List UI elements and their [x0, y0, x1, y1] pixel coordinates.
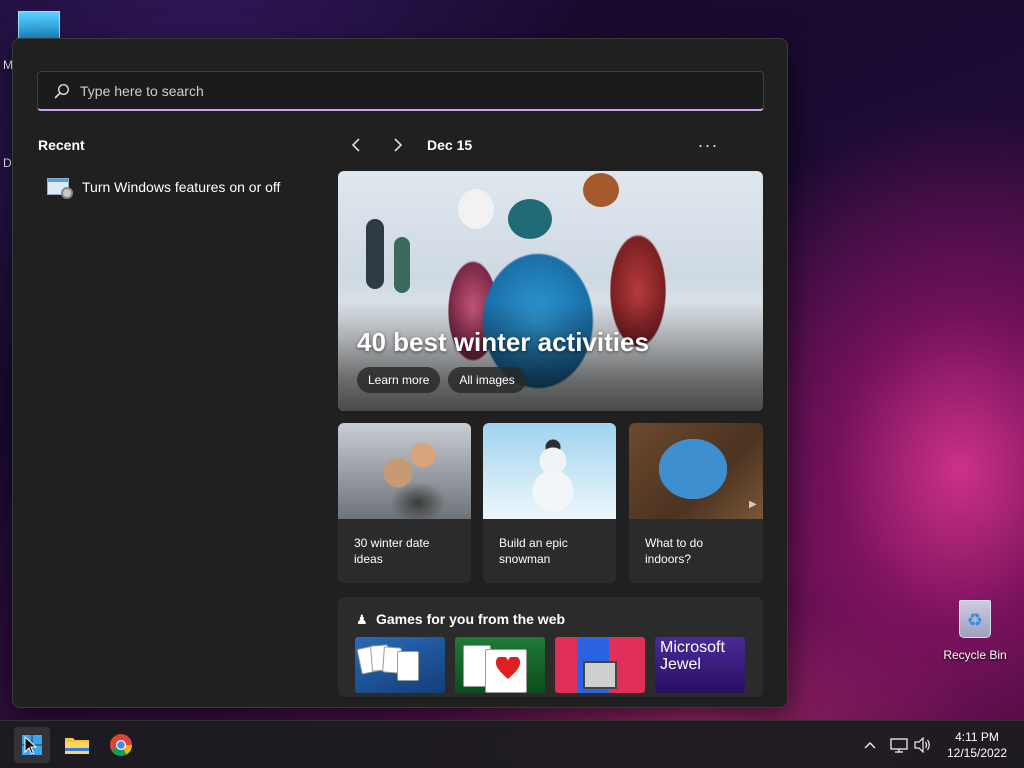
- next-day-button[interactable]: [383, 131, 411, 159]
- recycle-bin-icon: ♻: [957, 596, 993, 640]
- game-tile-pixel-cat[interactable]: [555, 637, 645, 693]
- windows-features-icon: [47, 177, 73, 199]
- scroll-right-icon[interactable]: ▶: [749, 499, 759, 513]
- chevron-up-icon: [864, 742, 876, 749]
- speaker-icon: [914, 737, 930, 753]
- games-heading: ♟ Games for you from the web: [356, 611, 565, 627]
- hero-card[interactable]: 40 best winter activities Learn more All…: [338, 171, 763, 411]
- games-section: ♟ Games for you from the web Microsoft J…: [338, 597, 763, 697]
- start-button[interactable]: [14, 727, 50, 763]
- card-image: [629, 423, 763, 519]
- feed-cards: 30 winter date ideas Build an epic snowm…: [338, 423, 763, 583]
- windows-logo-icon: [22, 735, 42, 755]
- heart-icon: [495, 657, 521, 679]
- chrome-button[interactable]: [103, 727, 139, 763]
- hero-figure: [366, 219, 384, 289]
- start-menu: Recent Turn Windows features on or off D…: [12, 38, 788, 708]
- recycle-bin-label: Recycle Bin: [943, 648, 1007, 662]
- games-icon: ♟: [356, 612, 368, 627]
- hero-figure: [394, 237, 410, 293]
- hero-figure: [458, 189, 494, 229]
- card-caption: What to do indoors?: [645, 536, 704, 566]
- desktop-icon-monitor[interactable]: [18, 11, 60, 41]
- feed-card[interactable]: Build an epic snowman: [483, 423, 616, 583]
- game-tile-microsoft-jewel[interactable]: Microsoft Jewel: [655, 637, 745, 693]
- chrome-icon: [110, 734, 132, 756]
- more-options-button[interactable]: ···: [693, 131, 723, 159]
- game-tile-title: Microsoft Jewel: [660, 639, 725, 673]
- feed-card[interactable]: What to do indoors? ▶: [629, 423, 763, 583]
- card-caption: 30 winter date ideas: [354, 536, 430, 566]
- volume-button[interactable]: [912, 733, 934, 757]
- previous-day-button[interactable]: [343, 131, 371, 159]
- recycle-bin[interactable]: ♻ Recycle Bin: [940, 596, 1010, 662]
- file-explorer-button[interactable]: [59, 727, 95, 763]
- card-caption: Build an epic snowman: [499, 536, 568, 566]
- feed-card[interactable]: 30 winter date ideas: [338, 423, 471, 583]
- card-image: [338, 423, 471, 519]
- feed-date: Dec 15: [427, 137, 473, 153]
- search-icon: [54, 83, 70, 98]
- all-images-button[interactable]: All images: [448, 367, 526, 393]
- learn-more-button[interactable]: Learn more: [357, 367, 441, 393]
- recent-item-windows-features[interactable]: Turn Windows features on or off: [47, 175, 317, 199]
- game-tile-solitaire-collection[interactable]: [355, 637, 445, 693]
- clock-date: 12/15/2022: [946, 746, 1008, 760]
- taskbar: 4:11 PM 12/15/2022: [0, 720, 1024, 768]
- folder-icon: [65, 738, 89, 754]
- hero-figure: [508, 199, 552, 239]
- clock-time: 4:11 PM: [955, 730, 999, 744]
- recent-item-label: Turn Windows features on or off: [82, 179, 281, 195]
- hero-figure: [583, 173, 619, 207]
- recent-heading: Recent: [38, 137, 85, 153]
- chevron-right-icon: [394, 138, 403, 152]
- card-image: [483, 423, 616, 519]
- hero-actions: Learn more All images: [357, 367, 526, 393]
- hero-title: 40 best winter activities: [357, 327, 649, 357]
- show-hidden-icons-button[interactable]: [860, 733, 880, 757]
- search-box[interactable]: [37, 71, 764, 111]
- feed-nav: Dec 15 ···: [343, 131, 763, 159]
- network-icon: [890, 738, 908, 753]
- desktop-label-fragment: D: [3, 156, 12, 170]
- chevron-left-icon: [351, 138, 360, 152]
- network-button[interactable]: [888, 733, 910, 757]
- search-input[interactable]: [80, 82, 680, 99]
- clock[interactable]: 4:11 PM 12/15/2022: [940, 729, 1014, 761]
- game-tile-spider-solitaire[interactable]: [455, 637, 545, 693]
- games-title: Games for you from the web: [376, 611, 566, 627]
